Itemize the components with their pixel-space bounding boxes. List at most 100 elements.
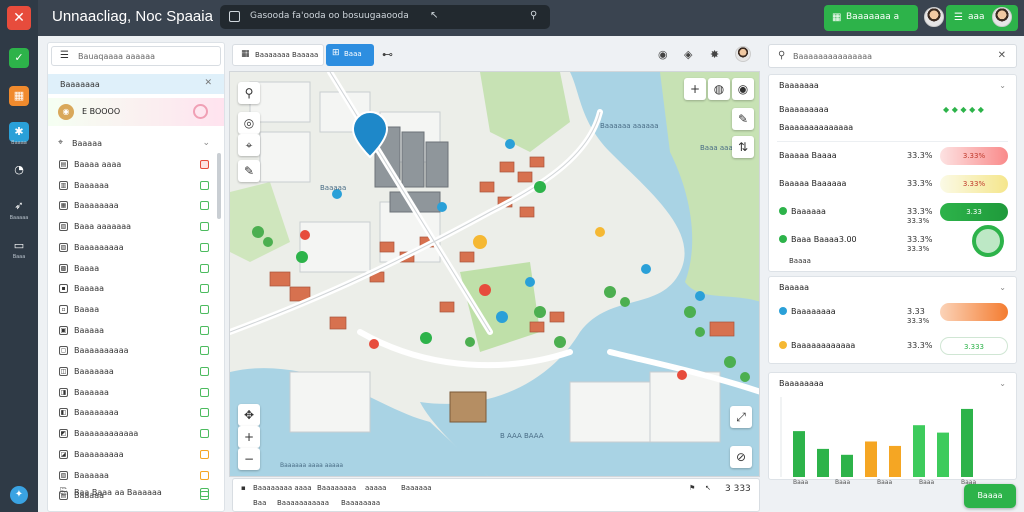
filter-icon[interactable]: ↖ (430, 10, 438, 21)
layer-checkbox[interactable] (200, 304, 209, 314)
layer-checkbox[interactable] (200, 284, 209, 294)
selected-layer[interactable]: ◉ E BOOOO (48, 98, 224, 126)
edit-icon[interactable]: ✎ (732, 108, 754, 130)
layer-row[interactable]: ◪ Baaaaaaaaa (48, 447, 216, 463)
layer-row[interactable]: ▦ Baaaaaaaa (48, 198, 216, 214)
detail-row[interactable]: Baaaaaaaa 3.33 33.3% (769, 301, 1016, 325)
right-search-input[interactable]: ⚲ Baaaaaaaaaaaaaaa ✕ (768, 44, 1017, 68)
floating-action-button[interactable]: Baaaa (964, 484, 1016, 508)
layer-row[interactable]: ◧ Baaaaaaaa (48, 405, 216, 421)
chart-bar[interactable] (817, 448, 829, 477)
scrollbar[interactable] (217, 153, 221, 219)
chart-bar[interactable] (841, 454, 853, 477)
layer-row[interactable]: ▨ Baaaaaaaaa (48, 240, 216, 256)
layer-row[interactable]: ▤ Baaaa aaaa (48, 157, 216, 173)
pointer-icon[interactable]: ↖ (705, 484, 711, 492)
layer-row[interactable]: ▥ Baaaaaa (48, 178, 216, 194)
chart-bar[interactable] (961, 408, 973, 477)
layer-row[interactable]: ◩ Baaaaaaaaaaaa (48, 426, 216, 442)
layer-row[interactable]: ◨ Baaaaaa (48, 385, 216, 401)
layer-checkbox[interactable] (200, 201, 209, 211)
measure-icon[interactable]: ⤢ (730, 406, 752, 428)
layer-checkbox[interactable] (200, 180, 209, 190)
primary-action-button[interactable]: ▦ Baaaaaaa a (824, 5, 918, 31)
menu-icon[interactable]: ☰ (60, 50, 69, 61)
layer-row[interactable]: ▩ Baaaa (48, 261, 216, 277)
locate-icon[interactable]: ◉ (732, 78, 754, 100)
layer-row[interactable]: ▧ Baaa aaaaaaa (48, 219, 216, 235)
toolbar-avatar[interactable] (735, 46, 751, 62)
map-canvas[interactable]: Baaaaaa aaaaaa Baaa aaaaa Baaaaa B AAA B… (229, 71, 760, 477)
layer-checkbox[interactable] (200, 367, 209, 376)
chart-bar[interactable] (913, 425, 925, 477)
layers-toggle-icon[interactable]: ⇅ (732, 136, 754, 158)
walk-mode-icon[interactable]: ⚲ (238, 82, 260, 104)
layer-row[interactable]: ▪ Baaaaa (48, 281, 216, 297)
zoom-in-top-icon[interactable]: + (684, 78, 706, 100)
stat-row[interactable]: Baaaaa Baaaa 33.3% 3.33% (769, 145, 1016, 167)
layer-checkbox[interactable] (200, 242, 209, 252)
rocket-icon[interactable]: ➶ (9, 196, 29, 216)
draw-icon[interactable]: ✎ (238, 160, 260, 182)
pin-tool-icon[interactable]: ⌖ (238, 134, 260, 156)
stat-row[interactable]: Baaaaa Baaaaaa 33.3% 3.33% (769, 173, 1016, 195)
panel-footer[interactable]: ⎘ Baa Baaa aa Baaaaaa (48, 485, 224, 501)
detail-row[interactable]: Baaaaaaaaaaaa 33.3% 3.333 (769, 335, 1016, 357)
pan-icon[interactable]: ✥ (238, 404, 260, 426)
lock-icon[interactable]: ◈ (684, 48, 692, 61)
link-icon[interactable]: ⊷ (382, 48, 393, 61)
stat-row[interactable]: Baaaaaa 33.3% 33.3% 3.33 (769, 201, 1016, 225)
settings-cog-icon[interactable]: ✱ (9, 122, 29, 142)
chevron-down-icon[interactable]: ⌄ (999, 283, 1006, 292)
map-layer-select[interactable]: ▦ Baaaaaaa Baaaaa (232, 44, 324, 66)
global-search[interactable]: Gasooda fa'ooda oo bosuugaaooda ↖ ⚲ (220, 5, 550, 29)
footer-checkbox[interactable] (200, 488, 209, 497)
layer-checkbox[interactable] (200, 325, 209, 335)
compass-icon[interactable]: ◉ (658, 48, 668, 61)
dashboard-icon[interactable]: ◔ (9, 160, 29, 180)
layer-checkbox[interactable] (200, 470, 209, 480)
bug-icon[interactable]: ✸ (710, 48, 719, 61)
list-header[interactable]: ⌖ Baaaaa ⌄ (48, 136, 224, 152)
map-view-button[interactable]: ⊞ Baaa (326, 44, 374, 66)
layer-checkbox[interactable] (200, 387, 209, 397)
stat-row[interactable]: Baaa Baaaa3.00 33.3% 33.3% (769, 225, 1016, 257)
compass-rose-icon[interactable]: ⊘ (730, 446, 752, 468)
help-icon[interactable]: ✦ (10, 486, 28, 504)
layer-checkbox[interactable] (200, 429, 209, 439)
chevron-down-icon[interactable]: ⌄ (999, 81, 1006, 90)
layer-row[interactable]: ▣ Baaaaa (48, 323, 216, 339)
close-icon[interactable]: ✕ (998, 50, 1006, 61)
layer-checkbox[interactable] (200, 408, 209, 418)
layer-checkbox[interactable] (200, 263, 209, 273)
layer-row[interactable]: ◫ Baaaaaaa (48, 364, 216, 380)
zoom-in-icon[interactable]: + (238, 426, 260, 448)
chart-bar[interactable] (937, 432, 949, 477)
chart-bar[interactable] (865, 441, 877, 477)
close-icon[interactable]: ✕ (204, 78, 212, 88)
zoom-out-icon[interactable]: − (238, 448, 260, 470)
layer-checkbox[interactable] (200, 346, 209, 356)
layer-checkbox[interactable] (200, 160, 209, 169)
layer-row[interactable]: ▢ Baaaaaaaaaa (48, 343, 216, 359)
search-icon[interactable]: ⚲ (530, 10, 537, 21)
layer-row[interactable]: ▧ Baaaaaa (48, 468, 216, 484)
chevron-down-icon[interactable]: ⌄ (999, 379, 1006, 388)
chevron-down-icon[interactable]: ⌄ (202, 138, 210, 148)
shield-check-icon[interactable]: ✓ (9, 48, 29, 68)
avatar[interactable] (924, 7, 944, 27)
section-header[interactable]: Baaaaaaa ✕ (48, 74, 224, 94)
layer-row[interactable]: ▫ Baaaa (48, 302, 216, 318)
flag-icon[interactable]: ⚑ (689, 484, 695, 492)
layer-checkbox[interactable] (200, 222, 209, 232)
chart-bar[interactable] (889, 445, 901, 477)
user-avatar[interactable] (992, 7, 1012, 27)
radio-icon[interactable] (193, 104, 208, 119)
layer-checkbox[interactable] (200, 449, 209, 459)
layer-search-input[interactable]: ☰ Bauaqaaaa aaaaaa (51, 46, 221, 66)
calendar-icon[interactable]: ▦ (9, 86, 29, 106)
globe-icon[interactable]: ◍ (708, 78, 730, 100)
monitor-icon[interactable]: ▭ (9, 236, 29, 256)
target-icon[interactable]: ◎ (238, 112, 260, 134)
chart-bar[interactable] (793, 431, 805, 477)
